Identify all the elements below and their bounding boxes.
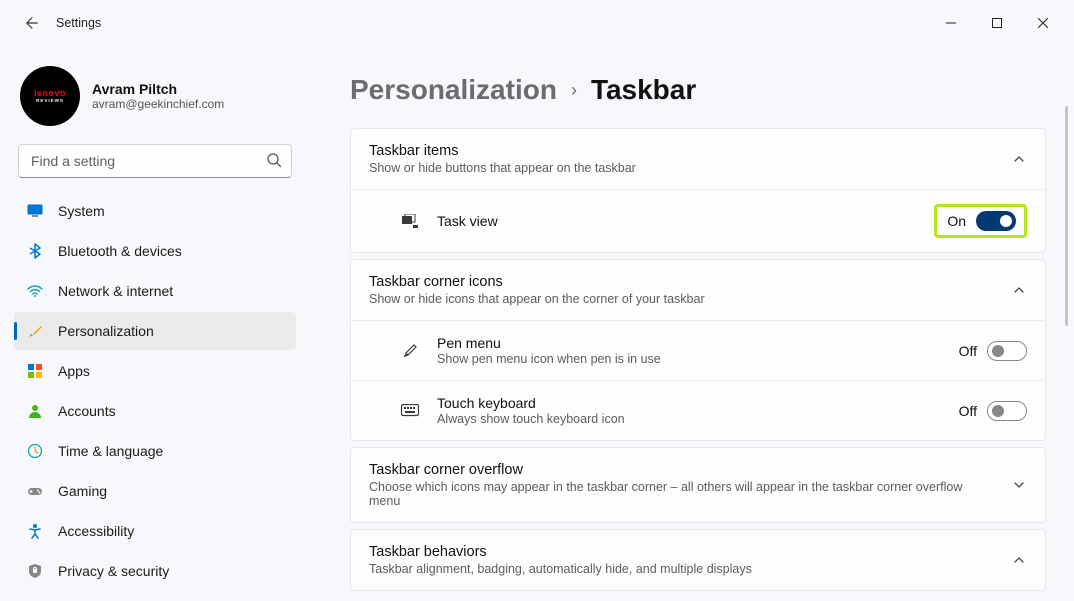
chevron-up-icon[interactable] bbox=[1009, 280, 1029, 300]
search-icon bbox=[266, 152, 282, 171]
nav-label: Bluetooth & devices bbox=[58, 243, 182, 259]
section-title: Taskbar corner icons bbox=[369, 274, 995, 290]
row-task-view: Task view On bbox=[351, 189, 1045, 252]
row-title: Task view bbox=[437, 213, 918, 229]
nav-accessibility[interactable]: Accessibility bbox=[14, 512, 296, 550]
nav-bluetooth[interactable]: Bluetooth & devices bbox=[14, 232, 296, 270]
breadcrumb: Personalization › Taskbar bbox=[350, 74, 1046, 106]
nav-network[interactable]: Network & internet bbox=[14, 272, 296, 310]
nav-label: Apps bbox=[58, 363, 90, 379]
search-input[interactable] bbox=[18, 144, 292, 178]
row-title: Pen menu bbox=[437, 335, 943, 351]
breadcrumb-parent[interactable]: Personalization bbox=[350, 74, 557, 106]
nav-label: Time & language bbox=[58, 443, 163, 459]
chevron-up-icon[interactable] bbox=[1009, 550, 1029, 570]
section-title: Taskbar behaviors bbox=[369, 544, 995, 560]
toggle-state-label: On bbox=[947, 213, 966, 229]
nav-personalization[interactable]: Personalization bbox=[14, 312, 296, 350]
nav-label: Accounts bbox=[58, 403, 116, 419]
section-header[interactable]: Taskbar corner icons Show or hide icons … bbox=[351, 260, 1045, 320]
nav-system[interactable]: System bbox=[14, 192, 296, 230]
avatar: lenovo REVIEWS bbox=[20, 66, 80, 126]
row-subtitle: Show pen menu icon when pen is in use bbox=[437, 352, 943, 366]
section-subtitle: Choose which icons may appear in the tas… bbox=[369, 480, 995, 508]
section-title: Taskbar items bbox=[369, 143, 995, 159]
close-button[interactable] bbox=[1020, 7, 1066, 39]
keyboard-icon bbox=[399, 404, 421, 418]
person-icon bbox=[26, 402, 44, 420]
row-title: Touch keyboard bbox=[437, 395, 943, 411]
window-title: Settings bbox=[56, 16, 101, 30]
wifi-icon bbox=[26, 282, 44, 300]
highlighted-toggle: On bbox=[934, 204, 1027, 238]
row-subtitle: Always show touch keyboard icon bbox=[437, 412, 943, 426]
section-subtitle: Show or hide buttons that appear on the … bbox=[369, 161, 995, 175]
chevron-down-icon[interactable] bbox=[1009, 475, 1029, 495]
chevron-right-icon: › bbox=[571, 80, 577, 101]
section-header[interactable]: Taskbar items Show or hide buttons that … bbox=[351, 129, 1045, 189]
section-corner-overflow: Taskbar corner overflow Choose which ico… bbox=[350, 447, 1046, 523]
minimize-button[interactable] bbox=[928, 7, 974, 39]
arrow-left-icon bbox=[25, 16, 39, 30]
nav-apps[interactable]: Apps bbox=[14, 352, 296, 390]
section-behaviors: Taskbar behaviors Taskbar alignment, bad… bbox=[350, 529, 1046, 591]
bluetooth-icon bbox=[26, 242, 44, 260]
main-panel: Personalization › Taskbar Taskbar items … bbox=[310, 46, 1074, 601]
section-subtitle: Show or hide icons that appear on the co… bbox=[369, 292, 995, 306]
nav: System Bluetooth & devices Network & int… bbox=[10, 192, 300, 590]
row-pen-menu: Pen menu Show pen menu icon when pen is … bbox=[351, 320, 1045, 380]
user-email: avram@geekinchief.com bbox=[92, 97, 224, 111]
titlebar: Settings bbox=[0, 0, 1074, 46]
sidebar: lenovo REVIEWS Avram Piltch avram@geekin… bbox=[0, 46, 310, 601]
nav-label: Accessibility bbox=[58, 523, 134, 539]
maximize-icon bbox=[992, 18, 1002, 28]
close-icon bbox=[1038, 18, 1048, 28]
toggle-state-label: Off bbox=[959, 403, 977, 419]
chevron-up-icon[interactable] bbox=[1009, 149, 1029, 169]
back-button[interactable] bbox=[18, 9, 46, 37]
task-view-icon bbox=[399, 214, 421, 228]
nav-privacy[interactable]: Privacy & security bbox=[14, 552, 296, 590]
nav-time-language[interactable]: Time & language bbox=[14, 432, 296, 470]
section-header[interactable]: Taskbar corner overflow Choose which ico… bbox=[351, 448, 1045, 522]
clock-globe-icon bbox=[26, 442, 44, 460]
nav-label: Network & internet bbox=[58, 283, 173, 299]
toggle-state-label: Off bbox=[959, 343, 977, 359]
pen-icon bbox=[399, 342, 421, 360]
accessibility-icon bbox=[26, 522, 44, 540]
search-wrap bbox=[18, 144, 292, 178]
minimize-icon bbox=[946, 18, 956, 28]
nav-label: Privacy & security bbox=[58, 563, 169, 579]
nav-gaming[interactable]: Gaming bbox=[14, 472, 296, 510]
shield-icon bbox=[26, 562, 44, 580]
section-subtitle: Taskbar alignment, badging, automaticall… bbox=[369, 562, 995, 576]
nav-label: System bbox=[58, 203, 105, 219]
section-taskbar-items: Taskbar items Show or hide buttons that … bbox=[350, 128, 1046, 253]
monitor-icon bbox=[26, 202, 44, 220]
user-block[interactable]: lenovo REVIEWS Avram Piltch avram@geekin… bbox=[20, 66, 290, 126]
task-view-toggle[interactable] bbox=[976, 211, 1016, 231]
paintbrush-icon bbox=[26, 322, 44, 340]
maximize-button[interactable] bbox=[974, 7, 1020, 39]
section-header[interactable]: Taskbar behaviors Taskbar alignment, bad… bbox=[351, 530, 1045, 590]
touch-keyboard-toggle[interactable] bbox=[987, 401, 1027, 421]
nav-label: Gaming bbox=[58, 483, 107, 499]
gamepad-icon bbox=[26, 482, 44, 500]
apps-icon bbox=[26, 362, 44, 380]
row-touch-keyboard: Touch keyboard Always show touch keyboar… bbox=[351, 380, 1045, 440]
nav-label: Personalization bbox=[58, 323, 154, 339]
user-name: Avram Piltch bbox=[92, 81, 224, 97]
section-title: Taskbar corner overflow bbox=[369, 462, 995, 478]
scrollbar[interactable] bbox=[1065, 106, 1068, 326]
window-controls bbox=[928, 7, 1066, 39]
breadcrumb-current: Taskbar bbox=[591, 74, 696, 106]
section-corner-icons: Taskbar corner icons Show or hide icons … bbox=[350, 259, 1046, 441]
nav-accounts[interactable]: Accounts bbox=[14, 392, 296, 430]
pen-menu-toggle[interactable] bbox=[987, 341, 1027, 361]
